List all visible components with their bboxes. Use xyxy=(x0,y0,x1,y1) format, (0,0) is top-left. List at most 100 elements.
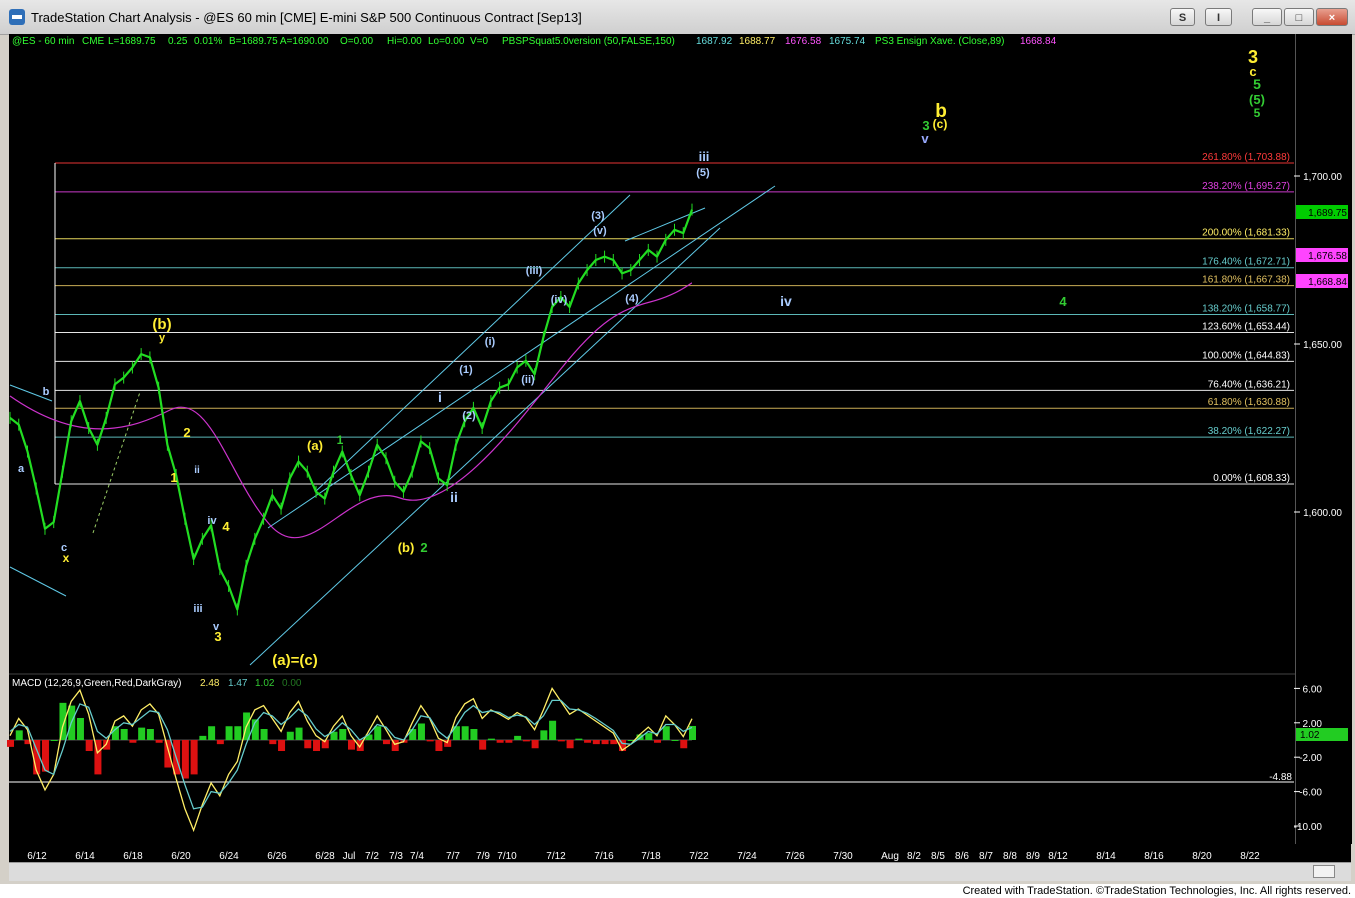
macd-histogram-bar xyxy=(199,735,207,740)
macd-histogram-bar xyxy=(575,738,583,740)
macd-histogram-bar xyxy=(496,740,504,743)
status-open: O=0.00 xyxy=(340,36,374,47)
date-tick-label: 7/30 xyxy=(833,851,853,862)
date-tick-label: 8/22 xyxy=(1240,851,1260,862)
price-tick-label: 1,600.00 xyxy=(1303,508,1342,519)
date-tick-label: 6/14 xyxy=(75,851,95,862)
status-high: Hi=0.00 xyxy=(387,36,422,47)
price-tag: 1,689.75 xyxy=(1308,208,1347,219)
wave-label: (a)=(c) xyxy=(272,652,317,669)
macd-histogram-bar xyxy=(610,740,618,745)
wave-label: 3 xyxy=(214,629,221,644)
date-tick-label: 7/12 xyxy=(546,851,566,862)
macd-histogram-bar xyxy=(505,740,513,743)
date-tick-label: 6/18 xyxy=(123,851,143,862)
fib-label: 200.00% (1,681.33) xyxy=(1202,228,1290,239)
indicator-name: PBSPSquat5.0version (50,FALSE,150) xyxy=(502,36,675,47)
channel-line-short xyxy=(624,207,706,242)
date-tick-label: 7/9 xyxy=(476,851,490,862)
horizontal-scrollbar[interactable] xyxy=(9,862,1351,881)
wave-label: 5 xyxy=(1254,106,1261,120)
wave-label: x xyxy=(63,551,70,565)
macd-legend-value: 1.02 xyxy=(255,678,275,689)
macd-line xyxy=(9,687,693,833)
macd-histogram-bar xyxy=(164,740,172,768)
macd-histogram-bar xyxy=(111,726,119,740)
date-tick-label: 8/16 xyxy=(1144,851,1164,862)
date-tick-label: 8/12 xyxy=(1048,851,1068,862)
indicator-value-3: 1676.58 xyxy=(785,36,822,47)
date-tick-label: 6/24 xyxy=(219,851,239,862)
macd-histogram-bar xyxy=(7,740,14,747)
macd-histogram-bar xyxy=(15,730,23,740)
status-symbol: @ES - 60 min xyxy=(12,36,74,47)
date-tick-label: 7/22 xyxy=(689,851,709,862)
scrollbar-thumb[interactable] xyxy=(1313,865,1335,878)
date-tick-label: 7/10 xyxy=(497,851,517,862)
date-tick-label: 7/24 xyxy=(737,851,757,862)
wave-label: ii xyxy=(450,489,458,505)
macd-tick-label: -2.00 xyxy=(1299,753,1322,764)
date-tick-label: 6/20 xyxy=(171,851,191,862)
date-tick-label: 6/12 xyxy=(27,851,47,862)
macd-histogram-bar xyxy=(470,728,478,740)
macd-legend-value: 0.00 xyxy=(282,678,302,689)
wave-label: (iv) xyxy=(551,294,568,306)
macd-histogram-bar xyxy=(680,740,688,749)
wave-label: 2 xyxy=(420,540,427,555)
wave-label: (c) xyxy=(933,117,948,131)
macd-histogram-bar xyxy=(146,728,154,740)
price-line xyxy=(9,209,694,611)
status-change-pct: 0.01% xyxy=(194,36,222,47)
wave-label: iii xyxy=(193,603,202,615)
chart-svg: 261.80% (1,703.88) 238.20% (1,695.27) 200.… xyxy=(7,36,1348,862)
date-tick-label: 7/26 xyxy=(785,851,805,862)
indicator-value-1: 1687.92 xyxy=(696,36,733,47)
macd-histogram-bar xyxy=(662,726,670,740)
macd-histogram-bar xyxy=(584,740,592,743)
wave-label: (i) xyxy=(485,336,496,348)
macd-histogram-bar xyxy=(208,726,216,740)
wave-label: (v) xyxy=(593,225,607,237)
dotted-trendline xyxy=(92,391,141,534)
status-change: 0.25 xyxy=(168,36,188,47)
price-tag: 1,668.84 xyxy=(1308,277,1347,288)
wave-label: (2) xyxy=(462,410,476,422)
wave-label: 1 xyxy=(170,470,177,485)
date-tick-label: 7/16 xyxy=(594,851,614,862)
macd-histogram-bar xyxy=(435,740,443,752)
fib-label: 76.40% (1,636.21) xyxy=(1208,379,1290,390)
indicator-value-2: 1688.77 xyxy=(739,36,776,47)
macd-histogram-bar xyxy=(120,728,128,740)
wave-label: iv xyxy=(780,293,792,309)
macd-title: MACD (12,26,9,Green,Red,DarkGray) xyxy=(12,678,182,689)
macd-histogram-bar xyxy=(225,726,233,740)
trendline-left xyxy=(9,566,67,597)
macd-histogram-bar xyxy=(348,740,355,750)
macd-histogram-bar xyxy=(479,740,487,750)
fib-label: 261.80% (1,703.88) xyxy=(1202,152,1290,163)
date-tick-label: 8/6 xyxy=(955,851,969,862)
date-tick-label: 8/8 xyxy=(1003,851,1017,862)
macd-histogram-bar xyxy=(286,731,294,740)
wave-label: (5) xyxy=(1249,92,1265,107)
macd-histogram-bar xyxy=(181,740,189,779)
indicator2-value: 1668.84 xyxy=(1020,36,1057,47)
macd-histogram-bar xyxy=(155,740,163,743)
macd-histogram-bar xyxy=(461,726,469,740)
macd-histogram-bar xyxy=(234,726,242,740)
macd-histogram-bar xyxy=(549,720,557,740)
date-tick-label: 7/18 xyxy=(641,851,661,862)
wave-label: (3) xyxy=(591,210,605,222)
date-tick-label: 8/14 xyxy=(1096,851,1116,862)
macd-tick-label: -6.00 xyxy=(1299,788,1322,799)
macd-histogram-bar xyxy=(540,730,548,740)
date-tick-label: 7/2 xyxy=(365,851,379,862)
date-tick-label: Jul xyxy=(343,851,356,862)
date-tick-label: 8/9 xyxy=(1026,851,1040,862)
wave-label: (4) xyxy=(625,293,639,305)
macd-histogram-bar xyxy=(50,740,58,741)
date-tick-label: 8/20 xyxy=(1192,851,1212,862)
macd-histogram-bar xyxy=(601,740,609,745)
date-tick-label: 6/28 xyxy=(315,851,335,862)
